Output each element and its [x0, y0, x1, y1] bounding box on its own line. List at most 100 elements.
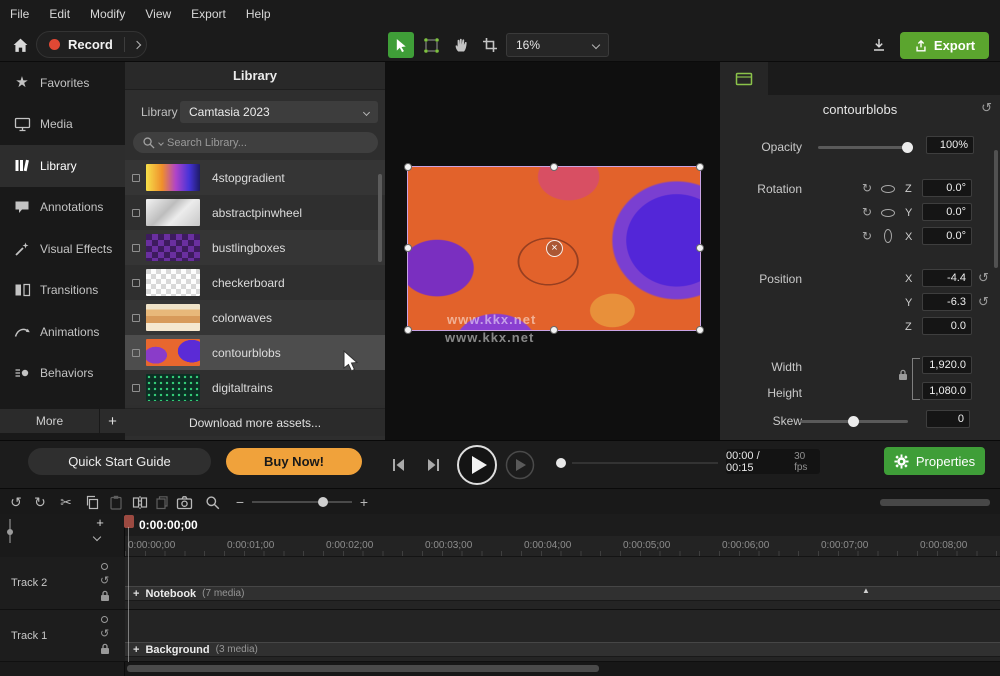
- library-scrollbar[interactable]: [378, 174, 382, 262]
- track-1-lane[interactable]: + Background (3 media): [125, 610, 1000, 662]
- timeline-horizontal-scrollbar[interactable]: [125, 662, 1000, 676]
- track-loop-icon[interactable]: ↺: [100, 576, 109, 587]
- resize-handle-bottom-center[interactable]: [550, 326, 558, 334]
- search-input[interactable]: [167, 137, 342, 149]
- playhead-marker[interactable]: [124, 515, 134, 528]
- track-2-lane[interactable]: + Notebook (7 media) ▲: [125, 557, 1000, 610]
- rotation-z-input[interactable]: 0.0°: [922, 179, 972, 197]
- next-frame-button[interactable]: [420, 453, 448, 477]
- height-input[interactable]: 1,080.0: [922, 382, 972, 400]
- lock-icon[interactable]: [898, 369, 908, 381]
- library-search[interactable]: [133, 132, 378, 153]
- zoom-out-button[interactable]: −: [228, 489, 252, 515]
- quick-start-guide-button[interactable]: Quick Start Guide: [28, 448, 211, 475]
- timeline-zoom-slider-thumb[interactable]: [318, 497, 328, 507]
- media-anchor-icon[interactable]: ×: [546, 240, 563, 257]
- canvas-stage[interactable]: × www.kkx.net www.kkx.net: [385, 62, 720, 440]
- asset-row[interactable]: checkerboard: [125, 265, 385, 300]
- resize-handle-top-left[interactable]: [404, 163, 412, 171]
- opacity-slider[interactable]: [818, 146, 912, 149]
- opacity-slider-thumb[interactable]: [902, 142, 913, 153]
- menu-export[interactable]: Export: [181, 0, 236, 28]
- add-track-button[interactable]: +: [90, 515, 110, 530]
- record-options-chevron-icon[interactable]: [133, 40, 141, 48]
- properties-scrollbar[interactable]: [994, 150, 998, 268]
- track-2-header[interactable]: Track 2 ↺: [0, 557, 125, 610]
- timeline-scrollbar-thumb[interactable]: [127, 665, 599, 672]
- menu-file[interactable]: File: [0, 0, 39, 28]
- pan-tool[interactable]: [448, 32, 474, 58]
- opacity-value-input[interactable]: 100%: [926, 136, 974, 154]
- sidebar-item-annotations[interactable]: Annotations: [0, 187, 125, 229]
- scrubber-track[interactable]: [572, 462, 718, 464]
- library-dropdown[interactable]: Camtasia 2023: [180, 101, 378, 123]
- asset-row[interactable]: abstractpinwheel: [125, 195, 385, 230]
- zoom-in-button[interactable]: +: [352, 489, 376, 515]
- sidebar-item-favorites[interactable]: ★ Favorites: [0, 62, 125, 104]
- group-background[interactable]: + Background (3 media): [125, 642, 1000, 657]
- tab-visual-properties[interactable]: [720, 62, 768, 95]
- download-button[interactable]: [866, 32, 892, 58]
- track-lock-icon[interactable]: [100, 590, 110, 602]
- sidebar-add-button[interactable]: +: [100, 409, 125, 433]
- collapse-tracks-chevron-icon[interactable]: [93, 533, 101, 541]
- export-button[interactable]: Export: [900, 32, 989, 59]
- buy-now-button[interactable]: Buy Now!: [226, 448, 362, 475]
- split-icon[interactable]: [128, 489, 152, 515]
- resize-handle-mid-right[interactable]: [696, 244, 704, 252]
- transform-tool[interactable]: [418, 32, 444, 58]
- sidebar-item-transitions[interactable]: Transitions: [0, 270, 125, 312]
- sidebar-item-behaviors[interactable]: Behaviors: [0, 353, 125, 395]
- menu-help[interactable]: Help: [236, 0, 281, 28]
- playhead-line[interactable]: [128, 527, 129, 662]
- timeline-horizontal-scrollbar-top[interactable]: [880, 499, 990, 506]
- rotation-y-input[interactable]: 0.0°: [922, 203, 972, 221]
- canvas-zoom-select[interactable]: 16%: [506, 33, 609, 57]
- asset-row[interactable]: bustlingboxes: [125, 230, 385, 265]
- group-expand-icon[interactable]: +: [133, 588, 139, 600]
- track-1-header[interactable]: Track 1 ↺: [0, 610, 125, 662]
- properties-button[interactable]: Properties: [884, 447, 985, 475]
- position-x-input[interactable]: -4.4: [922, 269, 972, 287]
- resize-handle-bottom-left[interactable]: [404, 326, 412, 334]
- download-more-assets-link[interactable]: Download more assets...: [125, 408, 385, 436]
- resize-handle-top-center[interactable]: [550, 163, 558, 171]
- rotate-x-icon[interactable]: ↻: [862, 230, 872, 242]
- timeline-zoom-slider[interactable]: [252, 501, 352, 503]
- asset-row[interactable]: digitaltrains: [125, 370, 385, 405]
- duplicate-icon[interactable]: [150, 489, 174, 515]
- play-button[interactable]: [455, 443, 499, 487]
- previous-frame-button[interactable]: [384, 453, 412, 477]
- menu-modify[interactable]: Modify: [80, 0, 135, 28]
- timeline-header[interactable]: 0:00:00;00: [125, 514, 1000, 536]
- group-collapse-marker-icon[interactable]: ▲: [862, 586, 870, 595]
- timeline-zoom-icon[interactable]: [200, 489, 224, 515]
- undo-icon[interactable]: ↺: [4, 489, 28, 515]
- camera-icon[interactable]: [172, 489, 196, 515]
- skew-slider[interactable]: [800, 420, 908, 423]
- home-button[interactable]: [7, 32, 33, 58]
- paste-icon[interactable]: [104, 489, 128, 515]
- menu-view[interactable]: View: [135, 0, 181, 28]
- group-expand-icon[interactable]: +: [133, 644, 139, 656]
- redo-icon[interactable]: ↻: [28, 489, 52, 515]
- rotate-y-icon[interactable]: ↻: [862, 206, 872, 218]
- copy-icon[interactable]: [80, 489, 104, 515]
- sidebar-item-media[interactable]: Media: [0, 104, 125, 146]
- cut-icon[interactable]: ✂: [54, 489, 78, 515]
- sidebar-item-animations[interactable]: Animations: [0, 311, 125, 353]
- edit-cursor-tool[interactable]: [388, 32, 414, 58]
- rotation-x-input[interactable]: 0.0°: [922, 227, 972, 245]
- track-height-slider-icon[interactable]: [5, 517, 15, 545]
- skew-slider-thumb[interactable]: [848, 416, 859, 427]
- reset-all-icon[interactable]: ↺: [981, 101, 992, 114]
- resize-handle-top-right[interactable]: [696, 163, 704, 171]
- width-input[interactable]: 1,920.0: [922, 356, 972, 374]
- asset-row[interactable]: 4stopgradient: [125, 160, 385, 195]
- reset-position-x-icon[interactable]: ↺: [978, 271, 989, 284]
- track-lock-icon[interactable]: [100, 643, 110, 655]
- menu-edit[interactable]: Edit: [39, 0, 80, 28]
- reset-position-y-icon[interactable]: ↺: [978, 295, 989, 308]
- sidebar-item-visual-effects[interactable]: Visual Effects: [0, 228, 125, 270]
- resize-handle-bottom-right[interactable]: [696, 326, 704, 334]
